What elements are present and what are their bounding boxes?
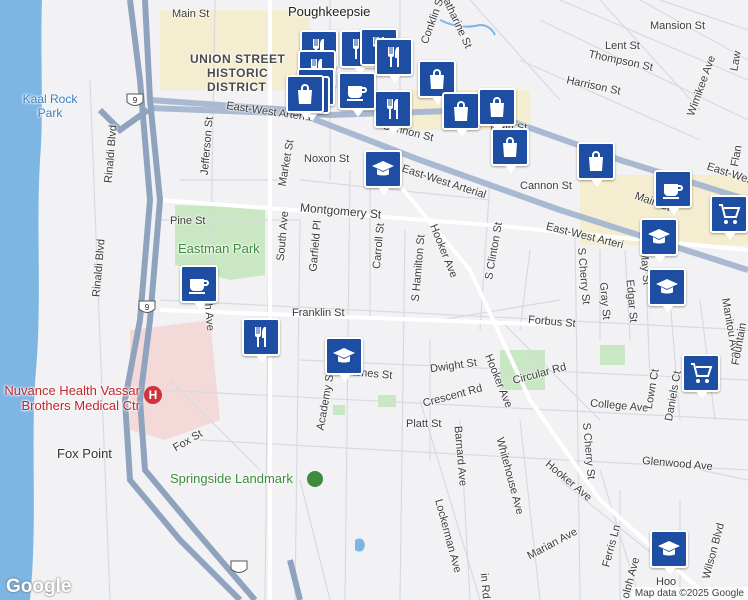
shopping-poi-marker[interactable] xyxy=(577,142,615,187)
school-poi-marker[interactable] xyxy=(648,268,686,313)
school-poi-marker[interactable] xyxy=(364,150,402,195)
route-9-shield: 9 xyxy=(126,93,144,106)
grocery-poi-marker[interactable] xyxy=(682,354,720,399)
google-logo: Google xyxy=(6,576,72,597)
grocery-poi-marker[interactable] xyxy=(710,195,748,240)
shopping-poi-marker[interactable] xyxy=(286,75,324,120)
label-union-street: UNION STREET xyxy=(190,52,286,66)
school-poi-marker[interactable] xyxy=(650,530,688,575)
route-9-shield: 9 xyxy=(138,300,156,313)
school-poi-marker[interactable] xyxy=(640,218,678,263)
school-poi-marker[interactable] xyxy=(325,337,363,382)
label-main-st-1: Main St xyxy=(172,8,210,20)
label-pine-st: Pine St xyxy=(170,215,206,227)
map-attribution[interactable]: Map data ©2025 Google xyxy=(630,587,748,600)
label-mansion-st: Mansion St xyxy=(650,20,706,32)
label-district: DISTRICT xyxy=(207,80,267,94)
label-platt-st: Platt St xyxy=(406,418,442,430)
label-kaal-rock-park: Kaal Rock Park xyxy=(22,92,78,120)
label-rd-bottom: in Rd xyxy=(477,572,492,600)
shopping-poi-marker[interactable] xyxy=(478,88,516,133)
restaurant-poi-marker[interactable] xyxy=(374,90,412,135)
label-hospital: Nuvance Health Vassar Brothers Medical C… xyxy=(4,383,140,413)
label-franklin-st: Franklin St xyxy=(292,307,345,319)
label-springside-landmark: Springside Landmark xyxy=(170,471,293,486)
label-fox-point: Fox Point xyxy=(57,446,112,461)
cafe-poi-marker[interactable] xyxy=(654,170,692,215)
hudson-river xyxy=(0,0,42,600)
route-9-shield xyxy=(230,560,248,573)
hospital-icon[interactable]: H xyxy=(144,386,162,404)
label-historic: HISTORIC xyxy=(207,66,269,80)
restaurant-poi-marker[interactable] xyxy=(375,38,413,83)
park-area xyxy=(600,345,625,365)
cafe-poi-marker[interactable] xyxy=(180,265,218,310)
route-9-label: 9 xyxy=(133,96,138,105)
cafe-poi-marker[interactable] xyxy=(338,72,376,117)
route-9-label: 9 xyxy=(145,303,150,312)
label-eastman-park: Eastman Park xyxy=(178,241,260,256)
label-cannon-st-2: Cannon St xyxy=(520,180,572,192)
shopping-poi-marker[interactable] xyxy=(491,128,529,173)
park-area xyxy=(333,405,345,415)
pond xyxy=(355,538,365,552)
shopping-poi-marker[interactable] xyxy=(442,92,480,137)
label-lent-st: Lent St xyxy=(605,40,640,52)
label-poughkeepsie: Poughkeepsie xyxy=(288,4,371,19)
restaurant-poi-marker[interactable] xyxy=(242,318,280,363)
park-tree-icon[interactable] xyxy=(307,471,323,487)
label-noxon-st: Noxon St xyxy=(304,153,350,165)
